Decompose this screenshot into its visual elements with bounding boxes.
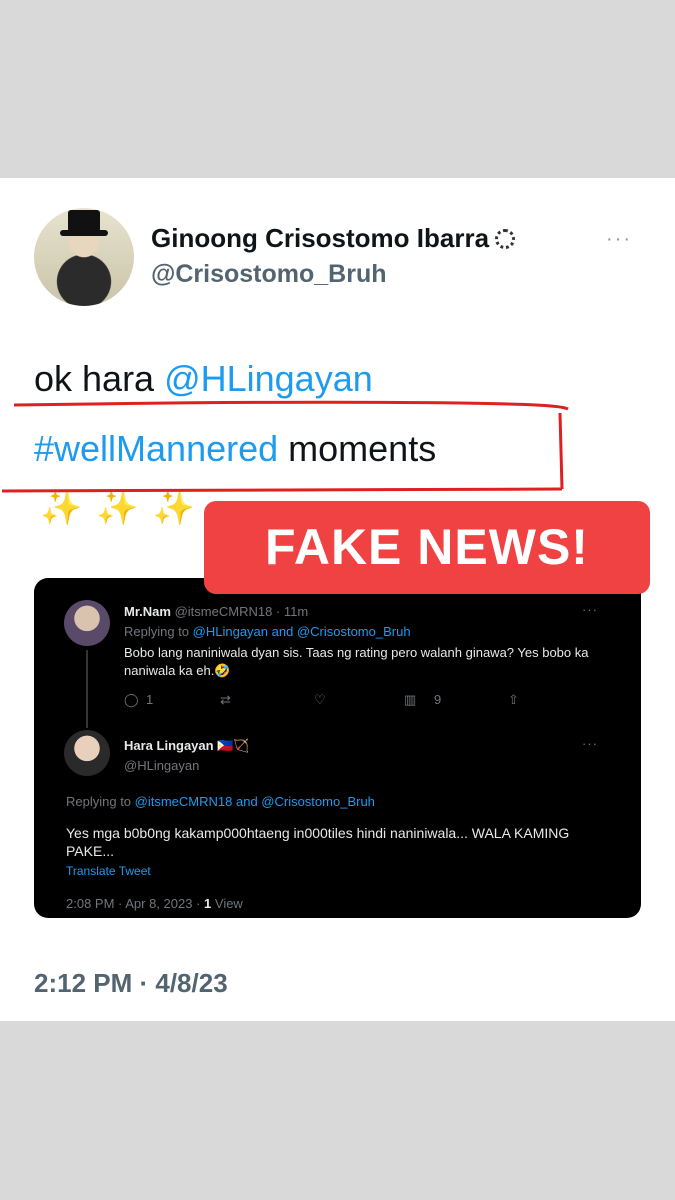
fake-news-badge: FAKE NEWS! <box>204 501 650 594</box>
reply-actions: ◯ 1 ⇄ ♡ ▥ 9 ⇧ <box>124 692 544 712</box>
translate-link[interactable]: Translate Tweet <box>66 864 151 878</box>
replying-to-label: Replying to <box>124 624 193 639</box>
reply-author-handle[interactable]: @itsmeCMRN18 · 11m <box>175 604 309 619</box>
top-hat-graphic <box>68 210 100 232</box>
reply-author-row: Mr.Nam @itsmeCMRN18 · 11m <box>124 604 308 619</box>
reply-icon[interactable]: ◯ <box>124 692 139 708</box>
tweet-card: Ginoong Crisostomo Ibarra @Crisostomo_Br… <box>0 178 675 1021</box>
quoted-timestamp: 2:08 PM · Apr 8, 2023 · <box>66 896 205 911</box>
author-handle[interactable]: @Crisostomo_Bruh <box>151 260 387 289</box>
quoted-replying-to-links[interactable]: @itsmeCMRN18 and @Crisostomo_Bruh <box>135 794 375 809</box>
replying-to-line: Replying to @HLingayan and @Crisostomo_B… <box>124 624 411 639</box>
quoted-view-label: View <box>211 896 243 911</box>
quoted-author-name[interactable]: Hara Lingayan 🇵🇭🏹 <box>124 738 250 754</box>
quoted-body: Yes mga b0b0ng kakamp000htaeng in000tile… <box>66 825 570 859</box>
reply-avatar[interactable] <box>64 600 110 646</box>
embedded-screenshot: Mr.Nam @itsmeCMRN18 · 11m ··· Replying t… <box>34 578 641 918</box>
author-name-row[interactable]: Ginoong Crisostomo Ibarra <box>151 223 516 254</box>
views-count: 9 <box>434 692 442 707</box>
quoted-author-handle[interactable]: @HLingayan <box>124 758 199 773</box>
quoted-author-avatar[interactable] <box>64 730 110 776</box>
views-icon[interactable]: ▥ <box>404 692 416 708</box>
quoted-replying-to-line: Replying to @itsmeCMRN18 and @Crisostomo… <box>66 794 375 809</box>
share-icon[interactable]: ⇧ <box>508 692 519 708</box>
tweet-timestamp[interactable]: 2:12 PM · 4/8/23 <box>34 968 228 999</box>
verified-badge-icon <box>495 229 516 249</box>
author-avatar[interactable] <box>34 208 134 306</box>
red-underline-annotation <box>1 400 569 493</box>
quoted-meta: 2:08 PM · Apr 8, 2023 · 1 View <box>66 896 243 911</box>
hat-brim-graphic <box>60 230 108 236</box>
retweet-icon[interactable]: ⇄ <box>220 692 231 708</box>
reply-body: Bobo lang naniniwala dyan sis. Taas ng r… <box>124 645 589 678</box>
like-icon[interactable]: ♡ <box>314 692 326 708</box>
reply-author-name[interactable]: Mr.Nam <box>124 604 171 619</box>
author-name[interactable]: Ginoong Crisostomo Ibarra <box>151 223 489 253</box>
reply-more-icon[interactable]: ··· <box>582 602 598 617</box>
reply-count: 1 <box>146 692 154 707</box>
more-options-icon[interactable]: ··· <box>606 228 632 251</box>
replying-to-links[interactable]: @HLingayan and @Crisostomo_Bruh <box>193 624 411 639</box>
quoted-more-icon[interactable]: ··· <box>582 736 598 751</box>
quoted-replying-to-label: Replying to <box>66 794 135 809</box>
thread-line <box>86 650 88 728</box>
